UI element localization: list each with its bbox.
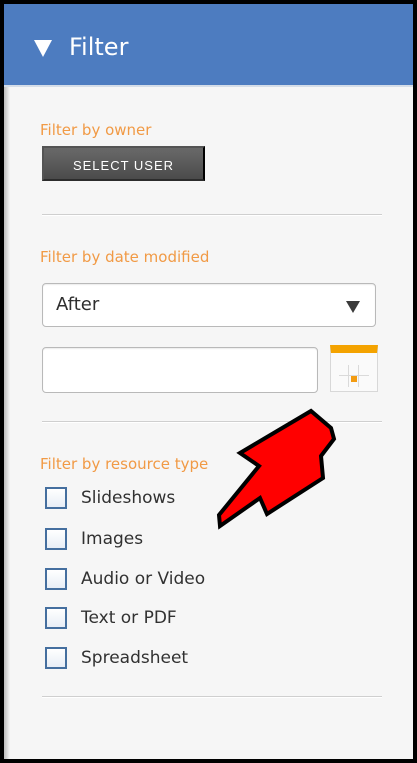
date-input[interactable] bbox=[42, 347, 318, 393]
filter-by-resource-type-label: Filter by resource type bbox=[40, 455, 209, 473]
checkbox[interactable] bbox=[45, 607, 67, 629]
filter-by-date-label: Filter by date modified bbox=[40, 248, 210, 266]
panel-inner-shadow bbox=[4, 87, 10, 759]
checkbox-label: Images bbox=[81, 529, 144, 549]
resource-type-option-audio-video[interactable]: Audio or Video bbox=[45, 567, 255, 593]
red-pointer-arrow-shape bbox=[216, 408, 337, 530]
checkbox[interactable] bbox=[45, 528, 67, 550]
resource-type-option-text-pdf[interactable]: Text or PDF bbox=[45, 606, 255, 632]
calendar-icon[interactable] bbox=[330, 345, 378, 392]
filter-by-owner-label: Filter by owner bbox=[40, 121, 152, 139]
dropdown-arrow-icon[interactable] bbox=[346, 301, 360, 313]
checkbox[interactable] bbox=[45, 568, 67, 590]
calendar-selected-day-icon-detail bbox=[351, 376, 357, 382]
date-comparison-selected-value: After bbox=[56, 294, 100, 315]
select-user-button[interactable]: SELECT USER bbox=[42, 146, 205, 181]
filter-panel-header[interactable]: Filter bbox=[4, 4, 413, 87]
checkbox-label: Spreadsheet bbox=[81, 648, 189, 668]
collapse-triangle-icon[interactable] bbox=[34, 40, 52, 57]
checkbox[interactable] bbox=[45, 487, 67, 509]
section-divider bbox=[42, 696, 382, 698]
red-pointer-arrow-icon bbox=[216, 408, 337, 530]
resource-type-option-spreadsheet[interactable]: Spreadsheet bbox=[45, 646, 255, 672]
date-comparison-select[interactable]: After bbox=[42, 283, 376, 327]
checkbox-label: Audio or Video bbox=[81, 569, 206, 589]
checkbox-label: Slideshows bbox=[81, 488, 176, 508]
checkbox[interactable] bbox=[45, 647, 67, 669]
filter-panel: Filter Filter by owner SELECT USER Filte… bbox=[0, 0, 417, 763]
checkbox-label: Text or PDF bbox=[81, 608, 177, 628]
filter-panel-title: Filter bbox=[69, 33, 129, 61]
section-divider bbox=[42, 214, 382, 216]
